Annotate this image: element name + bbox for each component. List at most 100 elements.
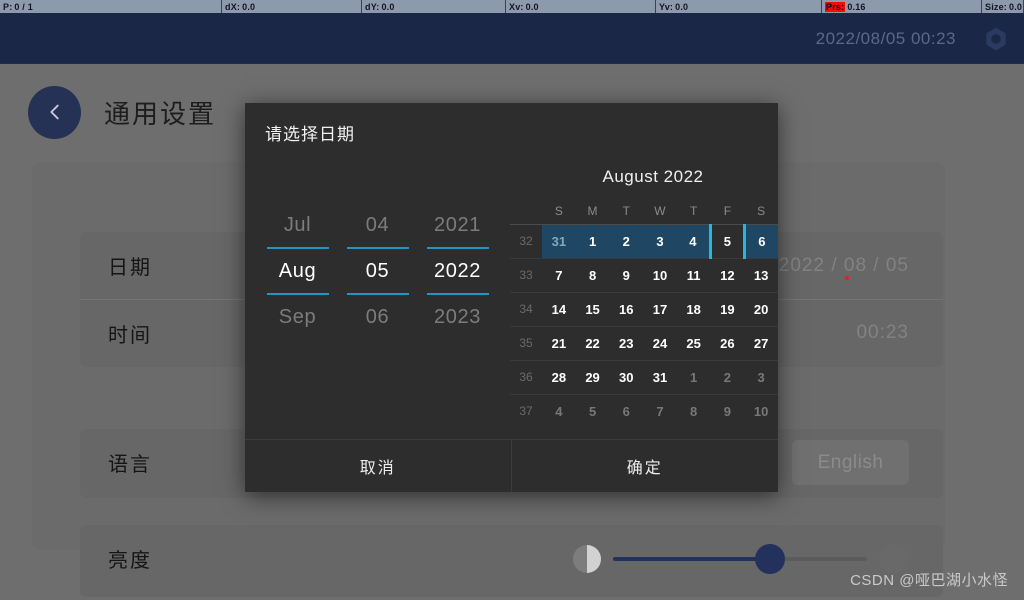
calendar-table: SMTWTFS 32 31 1 2 3 4 5 6 33 7 8 9 10 11 12 13 34 14 15 16 1… [510,198,778,428]
calendar-body: 32 31 1 2 3 4 5 6 33 7 8 9 10 11 12 13 34 14 15 16 17 18 19 20 3… [510,224,778,428]
calendar-week-number: 36 [510,360,542,395]
calendar-weekday-header-5: F [710,198,745,225]
dialog-footer: 取消 确定 [245,439,778,492]
spinner-year-next[interactable]: 2023 [434,295,481,339]
calendar-day[interactable]: 5 [576,394,610,428]
language-option-english[interactable]: English [792,440,909,485]
calendar-day[interactable]: 31 [643,360,677,395]
spinner-day-selected[interactable]: 05 [366,249,389,293]
calendar-day[interactable]: 18 [676,292,711,327]
spinner-month-selected[interactable]: Aug [279,249,316,293]
header-datetime: 2022/08/05 00:23 [815,28,956,48]
calendar-day[interactable]: 6 [609,394,643,428]
page-title: 通用设置 [104,98,217,129]
watermark: CSDN @哑巴湖小水怪 [850,572,1008,589]
calendar-day[interactable]: 10 [643,258,677,293]
calendar-day[interactable]: 20 [744,292,778,327]
calendar-day[interactable]: 13 [744,258,778,293]
calendar-day[interactable]: 9 [711,394,745,428]
calendar-weekday-header-0: S [542,198,576,225]
spinner-year-selected[interactable]: 2022 [434,249,481,293]
brightness-slider-fill [613,556,771,561]
spinner-day-next[interactable]: 06 [366,295,389,339]
calendar-day[interactable]: 3 [643,224,677,259]
calendar-week-number-header [510,198,542,225]
calendar-title: August 2022 [602,167,704,186]
brightness-slider[interactable] [613,543,867,574]
settings-group-brightness: 亮度 [80,525,943,597]
dialog-title: 请选择日期 [265,125,355,144]
calendar-day[interactable]: 23 [609,326,644,361]
calendar-day[interactable]: 14 [542,292,576,327]
calendar-day[interactable]: 21 [542,326,576,361]
back-button[interactable] [28,85,81,139]
chevron-left-icon [49,104,59,120]
spinner-year-prev[interactable]: 2021 [434,203,481,247]
status-cell-key: dY: [365,1,380,12]
calendar-week-number: 33 [510,258,542,293]
status-cell-value: 0.0 [525,1,539,12]
spinner-day[interactable]: 04 05 06 [346,203,409,339]
calendar-header-row: SMTWTFS [510,198,778,225]
calendar-day[interactable]: 8 [575,258,610,293]
calendar-day[interactable]: 7 [542,258,576,293]
calendar-day[interactable]: 16 [609,292,644,327]
calendar-day[interactable]: 4 [542,394,576,428]
spinner-month-prev[interactable]: Jul [284,203,311,247]
calendar-day[interactable]: 24 [643,326,677,361]
calendar-day[interactable]: 19 [710,292,745,327]
calendar-day[interactable]: 28 [542,360,576,395]
calendar-day[interactable]: 4 [676,224,711,259]
spinner-month-next[interactable]: Sep [279,295,316,339]
setting-label-date: 日期 [108,257,152,279]
calendar-day-today[interactable]: 5 [709,224,746,259]
calendar-week-number: 37 [519,404,533,419]
calendar-week-number: 35 [510,326,542,361]
calendar-day[interactable]: 12 [710,258,745,293]
calendar-week-number: 32 [510,224,542,259]
calendar-day[interactable]: 2 [609,224,644,259]
status-cell-value: 0.16 [847,1,866,12]
spinner-year[interactable]: 2021 2022 2023 [426,203,489,339]
status-cell-value: 0 / 1 [14,1,33,12]
calendar-day[interactable]: 3 [744,360,778,395]
calendar-day[interactable]: 22 [575,326,610,361]
calendar-weekday-header-2: T [609,198,644,225]
brightness-slider-thumb[interactable] [755,543,786,574]
calendar-day[interactable]: 7 [643,394,677,428]
cancel-button[interactable]: 取消 [245,440,512,492]
calendar-day[interactable]: 1 [676,360,711,395]
calendar-day[interactable]: 30 [609,360,644,395]
calendar-day[interactable]: 25 [676,326,711,361]
status-cell-value: 0.0 [242,1,256,12]
calendar-day[interactable]: 26 [710,326,745,361]
calendar-day[interactable]: 8 [677,394,711,428]
status-cell-key: Yv: [659,1,674,12]
status-cell-dx: dX: 0.0 [222,0,362,13]
setting-value-date[interactable]: 2022 / 08 / 05 [779,255,909,280]
calendar-day[interactable]: 6 [744,224,778,259]
setting-label-time: 时间 [108,324,152,347]
date-spinners: Jul Aug Sep 04 05 06 2021 2022 2023 [245,155,510,439]
calendar-day[interactable]: 15 [575,292,610,327]
confirm-button[interactable]: 确定 [512,440,779,492]
hex-nut-icon[interactable] [982,25,1010,53]
status-cell-dy: dY: 0.0 [362,0,506,13]
status-cell-p: P: 0 / 1 [0,0,222,13]
status-cell-key: Prs: [825,1,846,12]
spinner-month[interactable]: Jul Aug Sep [266,203,329,339]
setting-value-time[interactable]: 00:23 [856,322,909,344]
calendar-week-row: 34 14 15 16 17 18 19 20 [510,292,778,327]
calendar-day[interactable]: 17 [643,292,677,327]
calendar-day[interactable]: 31 [542,224,576,259]
calendar-day[interactable]: 29 [575,360,610,395]
calendar-day[interactable]: 9 [609,258,644,293]
calendar-day[interactable]: 2 [710,360,745,395]
calendar-day[interactable]: 10 [744,394,778,428]
calendar-day[interactable]: 1 [575,224,610,259]
calendar-day[interactable]: 11 [676,258,711,293]
calendar-week-row: 32 31 1 2 3 4 5 6 [510,224,778,259]
status-cell-key: Xv: [509,1,524,12]
spinner-day-prev[interactable]: 04 [366,203,389,247]
calendar-day[interactable]: 27 [744,326,778,361]
